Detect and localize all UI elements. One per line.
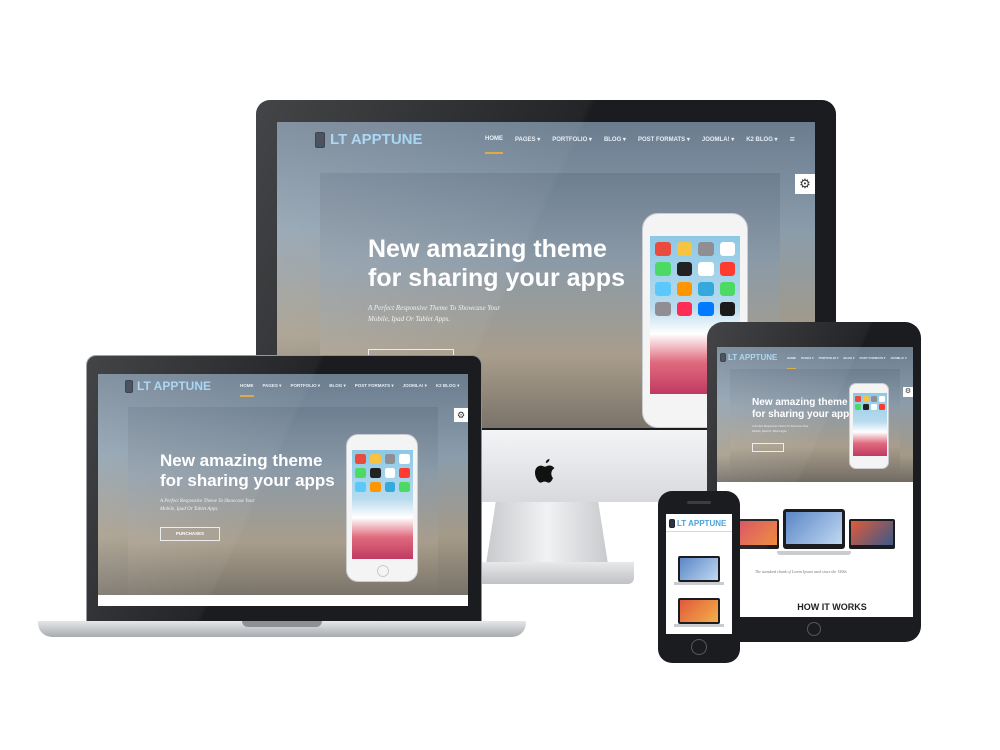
nav-home[interactable]: HOME bbox=[787, 356, 796, 370]
phone-icon bbox=[125, 380, 133, 394]
hero-title: New amazing theme for sharing your apps bbox=[752, 397, 855, 420]
phone-icon bbox=[315, 132, 325, 149]
hero-subtitle: A Perfect Responsive Theme To Showcase Y… bbox=[160, 499, 255, 512]
section-title: HOW IT WORKS bbox=[797, 602, 867, 612]
nav-k2-blog[interactable]: K2 BLOG ▾ bbox=[746, 136, 777, 154]
macbook-notch bbox=[242, 621, 322, 627]
main-nav: HOME PAGES ▾ PORTFOLIO ▾ BLOG ▾ POST FOR… bbox=[787, 356, 907, 370]
hero-banner: New amazing theme for sharing your apps … bbox=[128, 407, 438, 595]
brand-name: LT APPTUNE bbox=[728, 353, 778, 362]
nav-post-formats[interactable]: POST FORMATS ▾ bbox=[638, 136, 690, 154]
hero-subtitle: A Perfect Responsive Theme To Showcase Y… bbox=[368, 304, 501, 323]
phone-icon bbox=[669, 519, 675, 529]
laptop-thumbnail bbox=[674, 598, 724, 630]
apple-logo-icon bbox=[533, 458, 557, 486]
hero-subtitle: A Perfect Responsive Theme To Showcase Y… bbox=[752, 424, 809, 433]
brand-logo[interactable]: LT APPTUNE bbox=[669, 519, 727, 529]
nav-blog[interactable]: BLOG ▾ bbox=[604, 136, 626, 154]
imac-stand bbox=[486, 502, 608, 564]
iphone-screen: LT APPTUNE bbox=[666, 514, 732, 634]
hero-title: New amazing theme for sharing your apps bbox=[160, 451, 335, 490]
hero-banner: New amazing theme for sharing your apps … bbox=[730, 369, 900, 477]
hero-phone-image bbox=[346, 434, 418, 582]
phone-icon bbox=[720, 353, 726, 363]
main-nav: HOME PAGES ▾ PORTFOLIO ▾ BLOG ▾ POST FOR… bbox=[240, 383, 459, 397]
nav-pages[interactable]: PAGES ▾ bbox=[263, 383, 282, 397]
nav-home[interactable]: HOME bbox=[485, 136, 503, 154]
gear-icon[interactable]: ⚙ bbox=[454, 408, 468, 422]
devices-illustration bbox=[737, 507, 897, 559]
hero-title: New amazing theme for sharing your apps bbox=[368, 235, 625, 292]
nav-post-formats[interactable]: POST FORMATS ▾ bbox=[355, 383, 394, 397]
main-nav: HOME PAGES ▾ PORTFOLIO ▾ BLOG ▾ POST FOR… bbox=[485, 134, 795, 154]
menu-icon[interactable]: ≡ bbox=[790, 134, 795, 154]
imac-foot bbox=[478, 562, 634, 584]
laptop-thumbnail bbox=[674, 556, 724, 588]
nav-joomla[interactable]: JOOMLA! ▾ bbox=[890, 356, 906, 370]
caption-text: The standard chunk of Lorem Ipsum used s… bbox=[755, 569, 847, 574]
nav-post-formats[interactable]: POST FORMATS ▾ bbox=[859, 356, 885, 370]
nav-joomla[interactable]: JOOMLA! ▾ bbox=[702, 136, 734, 154]
macbook-screen: LT APPTUNE HOME PAGES ▾ PORTFOLIO ▾ BLOG… bbox=[98, 374, 468, 606]
purchase-button[interactable]: PURCHASES bbox=[160, 527, 220, 541]
brand-logo[interactable]: LT APPTUNE bbox=[720, 353, 778, 363]
gear-icon[interactable]: ⚙ bbox=[903, 387, 913, 397]
hero-phone-image bbox=[849, 383, 889, 469]
nav-home[interactable]: HOME bbox=[240, 383, 254, 397]
nav-blog[interactable]: BLOG ▾ bbox=[329, 383, 346, 397]
iphone-home-button[interactable] bbox=[691, 639, 707, 655]
gear-icon[interactable]: ⚙ bbox=[795, 174, 815, 194]
nav-blog[interactable]: BLOG ▾ bbox=[843, 356, 854, 370]
nav-portfolio[interactable]: PORTFOLIO ▾ bbox=[552, 136, 592, 154]
brand-name: LT APPTUNE bbox=[677, 519, 727, 528]
nav-portfolio[interactable]: PORTFOLIO ▾ bbox=[290, 383, 320, 397]
ipad-screen: LT APPTUNE HOME PAGES ▾ PORTFOLIO ▾ BLOG… bbox=[717, 347, 913, 617]
nav-joomla[interactable]: JOOMLA! ▾ bbox=[403, 383, 427, 397]
nav-portfolio[interactable]: PORTFOLIO ▾ bbox=[819, 356, 839, 370]
nav-pages[interactable]: PAGES ▾ bbox=[801, 356, 814, 370]
nav-k2-blog[interactable]: K2 BLOG ▾ bbox=[436, 383, 460, 397]
brand-name: LT APPTUNE bbox=[330, 131, 423, 148]
purchase-button[interactable] bbox=[752, 443, 784, 452]
brand-name: LT APPTUNE bbox=[137, 379, 211, 393]
nav-pages[interactable]: PAGES ▾ bbox=[515, 136, 540, 154]
brand-logo[interactable]: LT APPTUNE bbox=[125, 379, 211, 394]
ipad-home-button[interactable] bbox=[807, 622, 821, 636]
brand-logo[interactable]: LT APPTUNE bbox=[315, 131, 423, 149]
